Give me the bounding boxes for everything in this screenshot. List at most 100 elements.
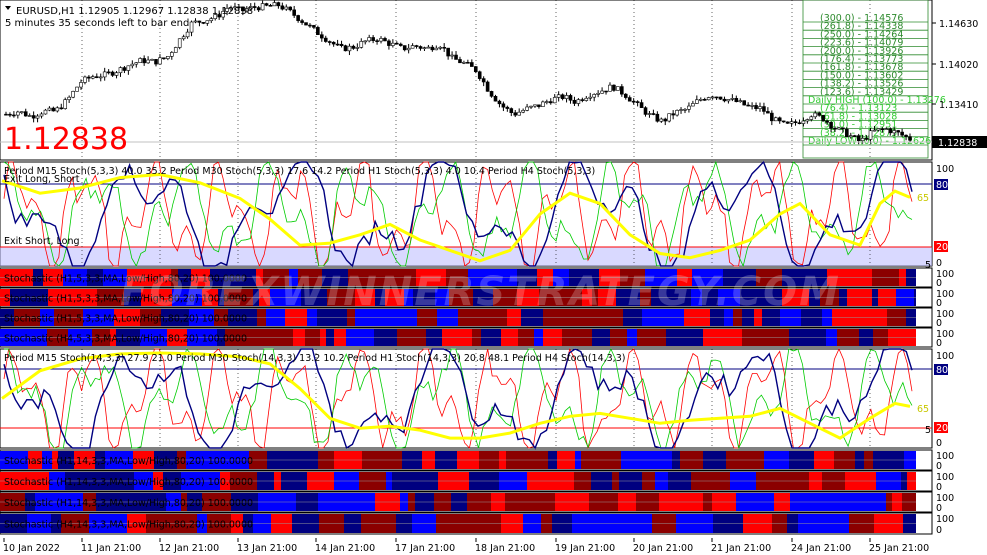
candle-body [339, 43, 344, 46]
mt4-chart-window: (300.0) - 1.14576(261.8) - 1.14338(250.0… [0, 0, 987, 554]
candle-body [367, 37, 371, 42]
candle-body [545, 101, 549, 103]
candle-body [588, 96, 593, 99]
candle-body [27, 115, 32, 117]
symbol-header: EURUSD,H1 1.12905 1.12967 1.12838 1.1283… [16, 6, 253, 17]
candle-body [331, 41, 336, 45]
candle-body [462, 62, 466, 64]
candle-body [442, 46, 446, 49]
candle-body [710, 96, 715, 99]
big-price-label: 1.12838 [4, 122, 128, 157]
time-label: 21 Jan 21:00 [711, 543, 771, 554]
candle-body [288, 6, 293, 11]
candle-body [126, 65, 131, 71]
candle-body [110, 71, 115, 76]
candle-body [450, 54, 454, 57]
candle-body [189, 21, 194, 33]
candle-body [560, 94, 565, 99]
candle-body [813, 112, 818, 118]
candle-body [718, 96, 723, 100]
candle-body [505, 106, 510, 109]
candle-body [671, 113, 675, 116]
candle-body [781, 120, 786, 123]
candle-body [616, 86, 620, 91]
bar-panel-bottom-label: 0 [936, 525, 942, 536]
candle-body [860, 138, 865, 142]
candle-body [162, 57, 166, 60]
candle-body [663, 118, 668, 122]
time-label: 12 Jan 21:00 [159, 543, 219, 554]
candle-body [197, 20, 202, 23]
candle-body [726, 99, 731, 102]
candle-body [395, 42, 399, 45]
price-tick: 1.13410 [939, 100, 978, 111]
candle-body [687, 105, 691, 110]
candle-body [797, 122, 802, 125]
stoch-panel-2: Period M15 Stoch(14,3,3) 27.9 21.0 Perio… [0, 347, 954, 450]
candle-body [43, 109, 48, 115]
candle-body [714, 96, 719, 99]
candle-body [489, 91, 494, 97]
candle-body [766, 111, 770, 114]
candle-body [355, 47, 360, 49]
candle-body [296, 15, 300, 21]
candle-body [623, 93, 628, 98]
candle-body [446, 47, 450, 57]
bar-panel-bottom-label: 0 [936, 318, 942, 329]
candle-body [320, 34, 324, 39]
candle-body [691, 103, 695, 107]
stochastic-bar-panels-2: Stochastic (H1,14,3,3,MA,Low/High,80,20)… [0, 449, 954, 536]
candle-body [410, 45, 415, 49]
stochastic-bar-panel: Stochastic (H4,14,3,3,MA,Low/High,80,20)… [0, 512, 954, 536]
candle-body [371, 37, 375, 41]
candle-body [138, 58, 143, 63]
candle-body [695, 99, 699, 104]
candle-body [730, 98, 735, 100]
candle-body [497, 100, 502, 105]
candle-body [884, 128, 889, 130]
candle-body [316, 27, 320, 35]
candle-body [825, 120, 829, 123]
candle-body [552, 97, 557, 104]
candle-body [201, 22, 206, 24]
candle-body [35, 115, 40, 119]
candle-body [383, 38, 387, 42]
price-tick: 1.14630 [939, 19, 978, 30]
candle-body [754, 105, 758, 109]
exit-long-label: Exit Long, Short [4, 174, 80, 185]
candle-body [300, 20, 304, 23]
candle-body [473, 66, 478, 73]
candle-body [600, 90, 604, 94]
candle-body [517, 111, 521, 116]
candle-body [150, 59, 154, 61]
candle-body [458, 59, 462, 64]
candle-body [892, 130, 897, 134]
bar-panel-label: Stochastic (H4,5,3,3,MA,Low/High,80,20) … [4, 334, 247, 345]
candle-body [651, 113, 656, 115]
candle-body [327, 41, 332, 43]
candle-body [683, 109, 687, 111]
stoch-panel-1: Period M15 Stoch(5,3,3) 40.0 35.2 Period… [0, 160, 954, 271]
level-20-label: 20 [936, 423, 948, 434]
candle-body [529, 105, 533, 108]
time-label: 11 Jan 21:00 [81, 543, 141, 554]
candle-body [466, 62, 470, 64]
candle-body [335, 43, 340, 46]
candle-body [493, 95, 498, 102]
candle-body [426, 46, 431, 49]
candle-body [679, 109, 683, 111]
time-label: 24 Jan 21:00 [791, 543, 851, 554]
candle-body [635, 101, 640, 103]
candle-body [406, 47, 411, 51]
candle-body [193, 20, 198, 23]
candle-body [541, 101, 545, 107]
candle-body [205, 20, 210, 24]
bar-panel-bottom-label: 0 [936, 482, 942, 493]
candle-body [801, 120, 806, 124]
candle-body [51, 107, 56, 112]
candle-body [402, 45, 407, 51]
candle-body [604, 90, 608, 93]
candle-body [773, 117, 778, 122]
candle-body [852, 135, 857, 137]
candle-body [154, 59, 158, 65]
